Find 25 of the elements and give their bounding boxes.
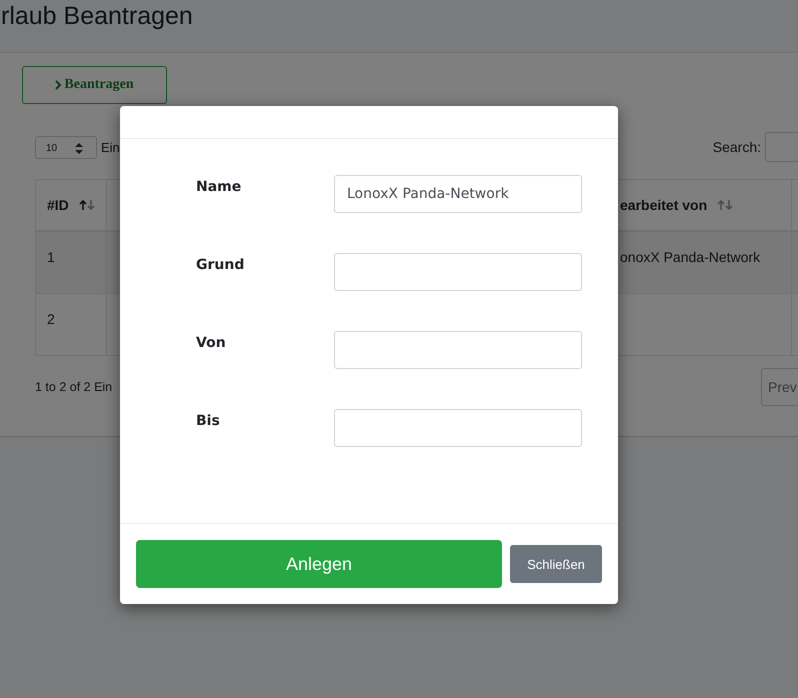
table-cell: 2 <box>36 293 106 355</box>
sort-icon <box>717 200 734 210</box>
spinner-icon <box>75 142 84 154</box>
close-button[interactable]: Schließen <box>510 545 602 583</box>
length-label: Ein <box>101 140 120 154</box>
field-label: Bis <box>196 412 221 429</box>
field-label: Name <box>196 178 242 195</box>
input-field[interactable] <box>334 253 582 291</box>
previous-button[interactable]: Prev <box>761 368 798 406</box>
page-title: rlaub Beantragen <box>0 1 194 31</box>
search-label: Search: <box>712 139 761 155</box>
search-field[interactable] <box>765 132 798 162</box>
page-length-select[interactable]: 10 <box>35 136 97 158</box>
field-label: Grund <box>196 256 246 273</box>
field-label: Von <box>196 334 227 351</box>
sort-icon <box>78 200 95 210</box>
input-field[interactable] <box>334 331 582 369</box>
table-cell: onoxX Panda-Network <box>620 249 760 265</box>
chevron-icon <box>55 80 62 90</box>
anlegen-button[interactable]: Anlegen <box>136 540 502 588</box>
table-info: 1 to 2 of 2 Ein <box>35 380 112 394</box>
input-field[interactable] <box>334 409 582 447</box>
table-cell: 1 <box>36 231 106 293</box>
beantragen-button[interactable]: Beantragen <box>22 66 167 104</box>
input-field[interactable]: LonoxX Panda-Network <box>334 175 582 213</box>
